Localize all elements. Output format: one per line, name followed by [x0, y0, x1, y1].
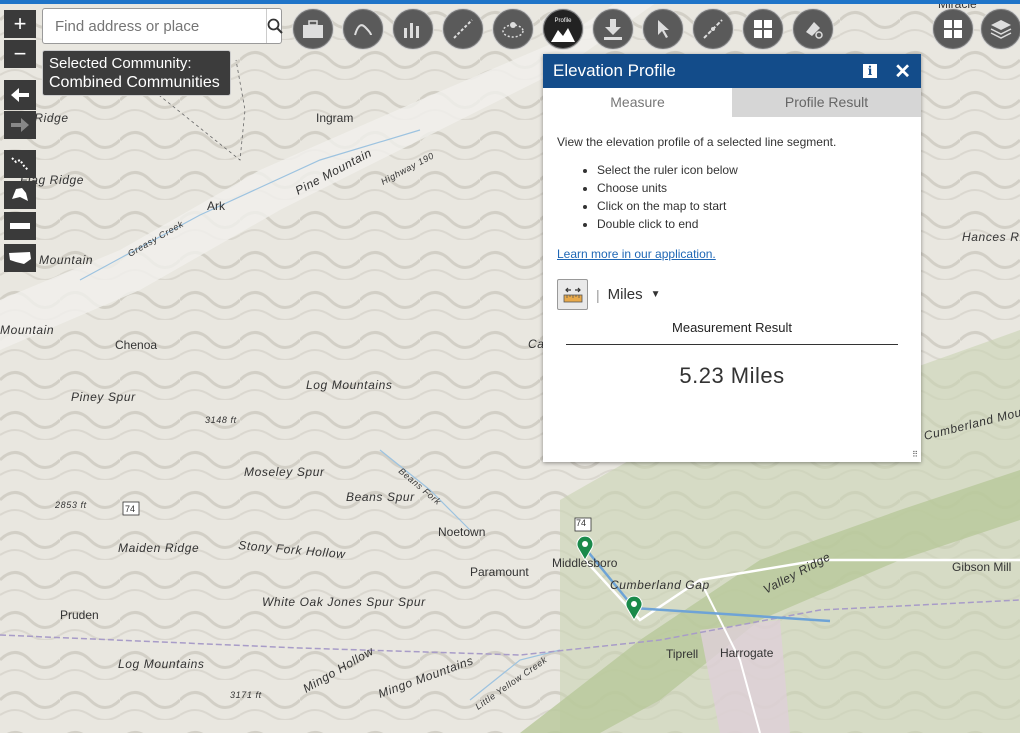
select-area-icon — [502, 22, 524, 38]
learn-more-link[interactable]: Learn more in our application. — [557, 247, 716, 261]
arrow-left-icon — [11, 88, 29, 102]
map-label: Pruden — [60, 608, 99, 622]
mountain-profile-icon — [551, 28, 575, 42]
toolbox-icon — [303, 20, 323, 38]
zoom-in-button[interactable]: + — [4, 10, 36, 38]
map-label: 74 — [576, 518, 586, 528]
draw-icon — [354, 24, 372, 36]
close-icon[interactable]: ✕ — [894, 59, 911, 84]
map-label: Harrogate — [720, 646, 774, 660]
map-label: Ark — [207, 199, 226, 213]
bookmark-usa-button[interactable] — [4, 244, 36, 272]
map-label: Paramount — [470, 565, 529, 579]
divider — [566, 344, 898, 345]
map-label: Beans Spur — [346, 490, 415, 504]
list-item: Click on the map to start — [597, 197, 907, 215]
widget-panel-button[interactable] — [932, 8, 974, 50]
bookmark-alaska-button[interactable] — [4, 181, 36, 209]
map-label: Log Mountains — [306, 378, 393, 392]
eraser-icon — [806, 22, 823, 39]
bookmark-puerto-rico-button[interactable] — [4, 212, 36, 240]
select-area-tool-button[interactable] — [492, 8, 534, 50]
map-label: Mountain — [0, 323, 54, 337]
draw-tool-button[interactable] — [342, 8, 384, 50]
selected-community-box: Selected Community: Combined Communities — [42, 50, 231, 96]
panel-title: Elevation Profile — [553, 61, 676, 80]
map-label: Noetown — [438, 525, 485, 539]
list-item: Double click to end — [597, 215, 907, 233]
map-label: Hances Ridge — [962, 230, 1020, 244]
download-tool-button[interactable] — [592, 8, 634, 50]
map-label: Chenoa — [115, 338, 157, 352]
grid-icon — [754, 20, 772, 38]
chevron-down-icon[interactable]: ▼ — [651, 289, 661, 300]
map-label: Moseley Spur — [244, 465, 325, 479]
identify-tool-button[interactable] — [642, 8, 684, 50]
map-label: Ingram — [316, 111, 353, 125]
region-map-icon — [11, 157, 29, 171]
measure-line-tool-button[interactable] — [442, 8, 484, 50]
back-extent-button[interactable] — [4, 80, 36, 110]
panel-intro: View the elevation profile of a selected… — [557, 135, 837, 149]
search-button[interactable] — [266, 9, 283, 43]
map-label: White Oak Jones Spur Spur — [262, 595, 426, 609]
measurement-value: 5.23 Miles — [679, 363, 785, 388]
elevation-profile-panel: Elevation Profile i ✕ Measure Profile Re… — [543, 54, 921, 462]
tab-profile-result[interactable]: Profile Result — [732, 88, 921, 117]
list-item: Select the ruler icon below — [597, 161, 907, 179]
layers-button[interactable] — [980, 8, 1020, 50]
map-label: Log Mountains — [118, 657, 205, 671]
forward-extent-button[interactable] — [4, 111, 36, 139]
map-label: Gibson Mill — [952, 560, 1011, 574]
route-tool-button[interactable] — [692, 8, 734, 50]
ruler-icon — [563, 287, 582, 302]
bar-chart-icon — [404, 23, 419, 38]
usa-icon — [9, 252, 31, 264]
map-label: 2853 ft — [54, 500, 87, 510]
list-item: Choose units — [597, 179, 907, 197]
steps-list: Select the ruler icon below Choose units… — [557, 161, 907, 233]
separator: | — [596, 286, 600, 303]
map-label: 74 — [125, 504, 135, 514]
pointer-icon — [658, 20, 669, 38]
route-line-icon — [703, 19, 723, 39]
elevation-profile-tool-button[interactable]: Profile — [542, 8, 584, 50]
search-input[interactable] — [43, 9, 266, 43]
toolbox-tool-button[interactable] — [292, 8, 334, 50]
apps-grid-icon — [944, 20, 962, 38]
search-icon — [267, 18, 283, 34]
chart-tool-button[interactable] — [392, 8, 434, 50]
top-accent-bar — [0, 0, 1020, 4]
panel-tabs: Measure Profile Result — [543, 88, 921, 117]
search-box — [42, 8, 283, 44]
tab-measure[interactable]: Measure — [543, 88, 732, 117]
resize-handle-icon[interactable]: ⠿ — [912, 450, 918, 459]
info-icon[interactable]: i — [863, 64, 877, 78]
map-label: Piney Spur — [71, 390, 136, 404]
community-name: Combined Communities — [49, 74, 220, 91]
download-icon — [604, 19, 622, 40]
arrow-right-icon — [11, 118, 29, 132]
map-label: Middlesboro — [552, 556, 618, 570]
ruler-button[interactable] — [557, 279, 588, 310]
map-label: 3171 ft — [230, 690, 262, 700]
panel-header: Elevation Profile i ✕ — [543, 54, 921, 88]
bookmark-appalachia-button[interactable] — [4, 150, 36, 178]
measurement-result-label: Measurement Result — [672, 320, 792, 335]
unit-select[interactable]: Miles — [608, 286, 643, 303]
alaska-icon — [12, 188, 28, 201]
map-label: Maiden Ridge — [118, 541, 199, 555]
puerto-rico-icon — [10, 223, 30, 229]
measure-line-icon — [453, 19, 473, 39]
zoom-out-button[interactable]: − — [4, 40, 36, 68]
layers-icon — [990, 20, 1012, 39]
community-heading: Selected Community: — [49, 55, 192, 72]
clear-tool-button[interactable] — [792, 8, 834, 50]
map-label: Cumberland Gap — [610, 578, 710, 592]
profile-tool-label: Profile — [554, 18, 572, 24]
map-label: 3148 ft — [205, 415, 237, 425]
map-label: Tiprell — [666, 647, 698, 661]
layout-tool-button[interactable] — [742, 8, 784, 50]
